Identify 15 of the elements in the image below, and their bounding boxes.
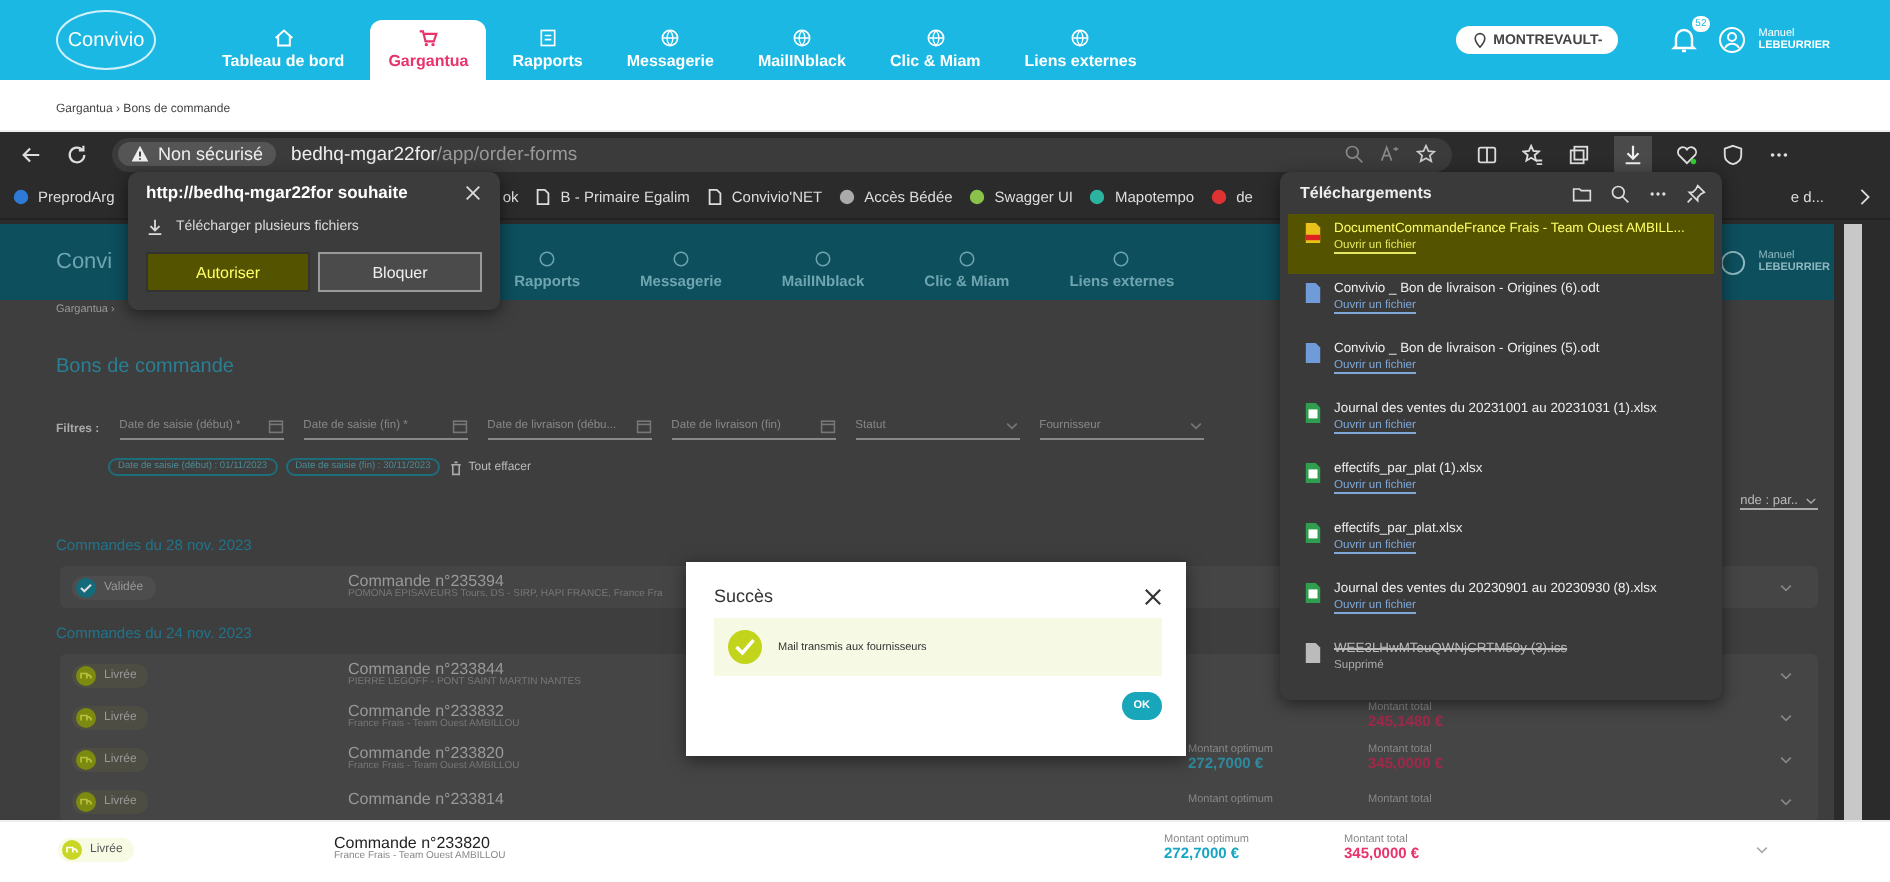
block-button[interactable]: Bloquer — [318, 252, 482, 292]
panel-title: Téléchargements — [1300, 184, 1432, 202]
url-text: bedhq-mgar22for/app/order-forms — [291, 143, 578, 165]
order-number[interactable]: Commande n°233844 — [348, 661, 504, 679]
order-number[interactable]: Commande n°233814 — [348, 792, 504, 810]
dialog-title: Succès — [714, 586, 774, 606]
logo: Convivio — [56, 10, 156, 70]
security-badge[interactable]: Non sécurisé — [118, 142, 276, 166]
popup-title: http://bedhq-mgar22for souhaite — [146, 182, 408, 202]
page-title: Bons de commande — [56, 356, 234, 378]
address-bar[interactable]: Non sécurisé bedhq-mgar22for/app/order-forms — [112, 137, 1452, 171]
allow-button[interactable]: Autoriser — [146, 252, 310, 292]
order-number[interactable]: Commande n°235394 — [348, 573, 504, 591]
logo: Convi — [56, 250, 113, 274]
nav-tab[interactable]: Gargantua — [370, 20, 487, 80]
